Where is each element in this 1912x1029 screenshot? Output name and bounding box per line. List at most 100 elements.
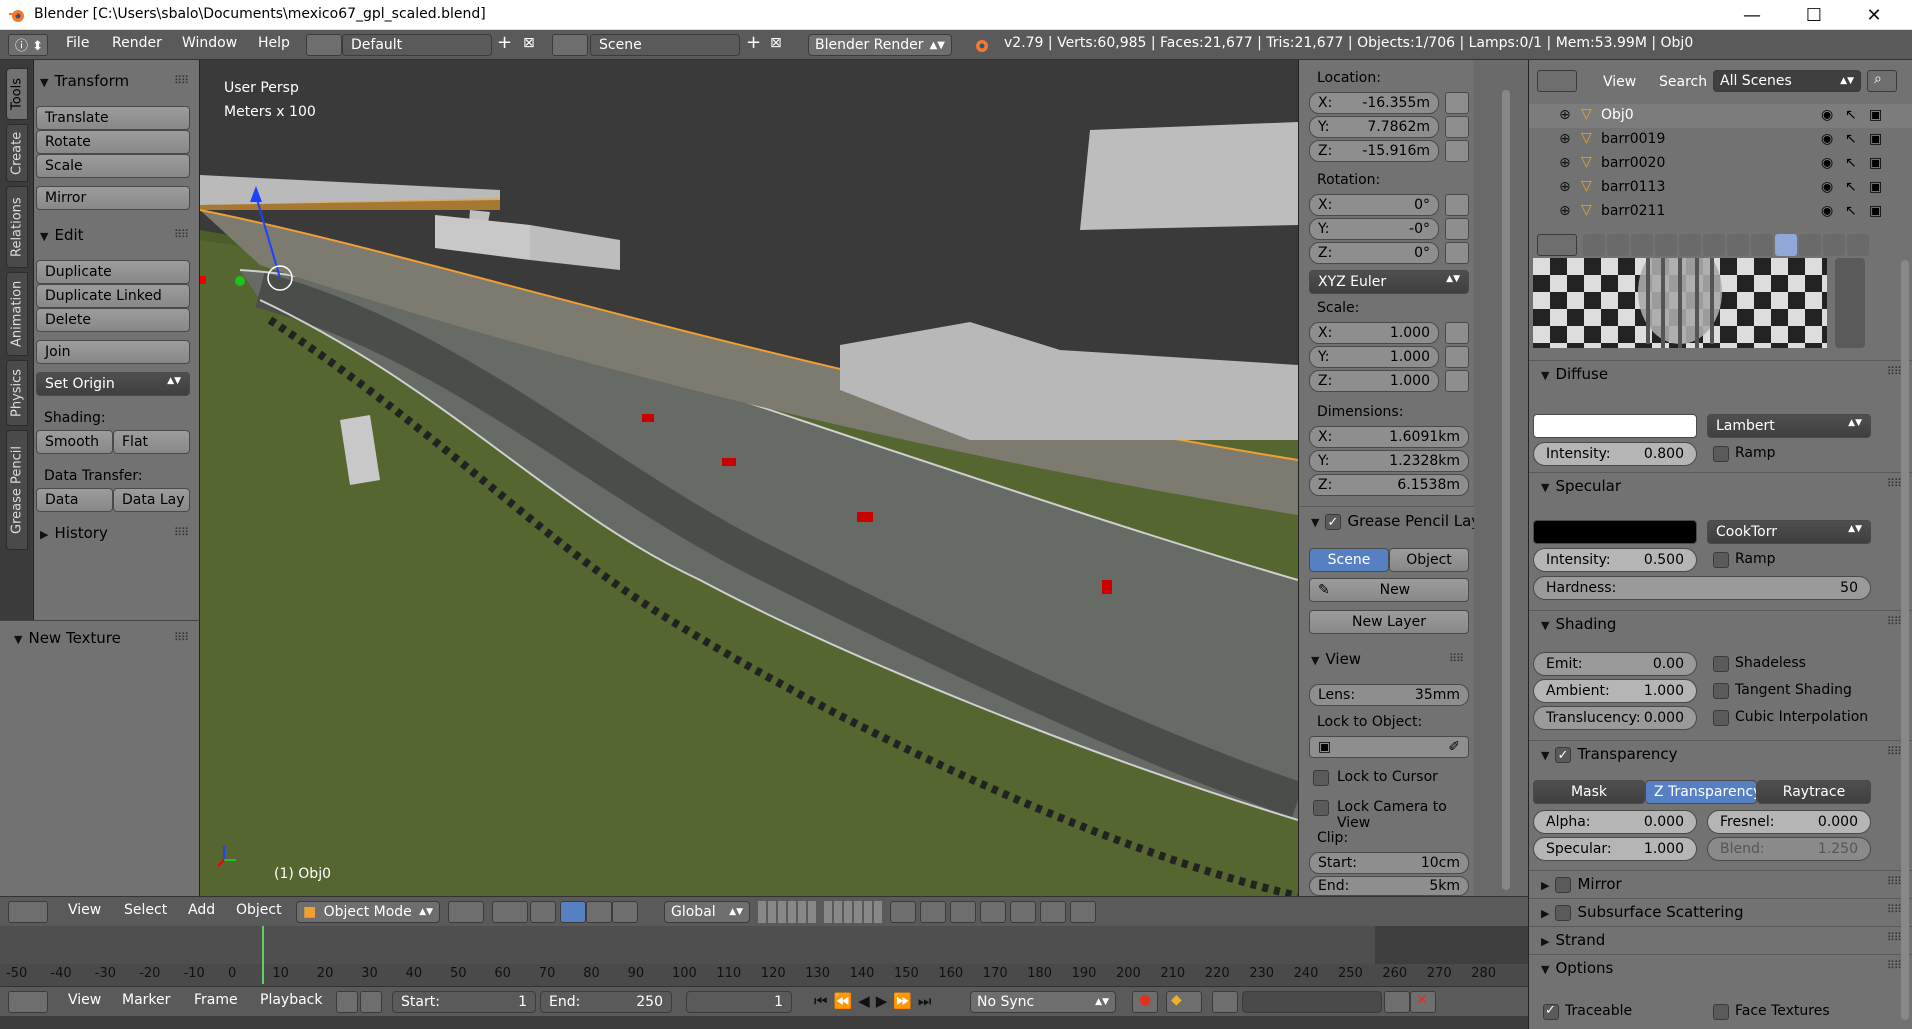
timeline-area[interactable]: -50 -40 -30 -20 -10 0 10 20 30 40 50 60 70 80 90 100 110… <box>0 926 1528 986</box>
minimize-button[interactable]: — <box>1724 0 1780 30</box>
menu-help[interactable]: Help <box>258 35 290 51</box>
render-camera-icon[interactable]: ▣ <box>1869 131 1882 147</box>
transparency-specular-field[interactable]: Specular: 1.000 <box>1533 837 1697 861</box>
lock-icon[interactable] <box>1445 322 1469 344</box>
outliner-row[interactable]: ⊕ ▽ barr0020 ◉ ↖ ▣ <box>1529 152 1912 176</box>
preview-range-icon[interactable] <box>336 991 358 1013</box>
layout-icon[interactable] <box>306 34 342 56</box>
timeline-menu-view[interactable]: View <box>68 992 101 1008</box>
mirror-panel-header[interactable]: ▶ Mirror ⠿⠿ <box>1529 870 1912 896</box>
mirror-button[interactable]: Mirror <box>36 186 190 210</box>
grease-pencil-panel-header[interactable]: ▼Grease Pencil Layer <box>1311 512 1496 530</box>
translucency-field[interactable]: Translucency: 0.000 <box>1533 706 1697 730</box>
tab-physics[interactable]: Physics <box>6 360 28 426</box>
specular-intensity-field[interactable]: Intensity: 0.500 <box>1533 548 1697 572</box>
view-panel-header[interactable]: ▼ View <box>1311 650 1361 668</box>
visibility-eye-icon[interactable]: ◉ <box>1821 203 1833 219</box>
hardness-field[interactable]: Hardness: 50 <box>1533 576 1871 600</box>
playback-controls-icon[interactable]: ⏮⏪◀▶⏩⏭ <box>814 992 937 1010</box>
options-panel-header[interactable]: ▼ Options ⠿⠿ <box>1529 954 1912 980</box>
editor-type-info-icon[interactable]: ⓘ ⬍ <box>8 34 48 56</box>
dimension-y-field[interactable]: Y: 1.2328km <box>1309 450 1469 472</box>
traceable-checkbox[interactable] <box>1543 1004 1559 1020</box>
render-camera-icon[interactable]: ▣ <box>1869 155 1882 171</box>
delete-keyframe-icon[interactable]: ✕ <box>1410 991 1436 1013</box>
lock-icon[interactable] <box>1445 370 1469 392</box>
rotation-x-field[interactable]: X: 0° <box>1309 194 1439 216</box>
expand-plus-icon[interactable]: ⊕ <box>1559 155 1571 171</box>
tab-grease-pencil[interactable]: Grease Pencil <box>6 430 28 550</box>
keyframe-type-icon[interactable] <box>1212 991 1238 1013</box>
menu-add[interactable]: Add <box>188 902 215 918</box>
outliner-search-menu[interactable]: Search <box>1659 74 1707 90</box>
lock-icon[interactable] <box>1445 140 1469 162</box>
select-cursor-icon[interactable]: ↖ <box>1845 107 1857 123</box>
panel-grip-icon[interactable]: ⠿⠿ <box>1887 903 1902 916</box>
scale-x-field[interactable]: X: 1.000 <box>1309 322 1439 344</box>
viewport-shading-icon[interactable] <box>448 901 484 923</box>
new-texture-header[interactable]: ▼ New Texture <box>14 629 121 647</box>
keying-set-field[interactable] <box>1242 991 1382 1013</box>
mirror-checkbox[interactable] <box>1555 876 1572 893</box>
expand-plus-icon[interactable]: ⊕ <box>1559 131 1571 147</box>
lock-range-icon[interactable] <box>360 991 382 1013</box>
duplicate-linked-button[interactable]: Duplicate Linked <box>36 284 190 308</box>
set-origin-select[interactable]: Set Origin ▲▼ <box>36 372 190 396</box>
3d-view-editor-icon[interactable] <box>8 901 48 923</box>
lock-icon[interactable] <box>1445 218 1469 240</box>
lock-object-field[interactable]: ▣ ✐ <box>1309 736 1469 758</box>
expand-plus-icon[interactable]: ⊕ <box>1559 179 1571 195</box>
rotate-button[interactable]: Rotate <box>36 130 190 154</box>
specular-shader-select[interactable]: CookTorr ▲▼ <box>1707 520 1871 544</box>
start-frame-field[interactable]: Start: 1 <box>392 991 536 1013</box>
maximize-button[interactable]: ☐ <box>1786 0 1842 30</box>
clip-start-field[interactable]: Start: 10cm <box>1309 852 1469 874</box>
remove-scene-icon[interactable]: ⊠ <box>770 35 782 51</box>
specular-panel-header[interactable]: ▼ Specular ⠿⠿ <box>1529 472 1912 498</box>
transform-panel-header[interactable]: ▼ Transform <box>40 72 129 90</box>
properties-scrollbar[interactable] <box>1901 260 1909 1020</box>
object-mode-select[interactable]: ■ Object Mode ▲▼ <box>296 901 440 923</box>
outliner-row[interactable]: ⊕ ▽ barr0113 ◉ ↖ ▣ <box>1529 176 1912 200</box>
outliner-item-barr0113[interactable]: barr0113 <box>1601 179 1665 195</box>
current-frame-cursor[interactable] <box>262 926 264 984</box>
render-tab-icon[interactable] <box>1583 234 1605 256</box>
snap-target-icon[interactable] <box>1010 901 1036 923</box>
menu-object[interactable]: Object <box>236 902 282 918</box>
scale-z-field[interactable]: Z: 1.000 <box>1309 370 1439 392</box>
outliner-item-obj0[interactable]: Obj0 <box>1601 107 1634 123</box>
menu-render[interactable]: Render <box>112 35 162 51</box>
translate-button[interactable]: Translate <box>36 106 190 130</box>
keying-set-icon[interactable]: ◆ <box>1166 991 1202 1013</box>
smooth-button[interactable]: Smooth <box>36 430 113 454</box>
z-transparency-button[interactable]: Z Transparency <box>1645 780 1757 804</box>
preview-type-buttons[interactable] <box>1835 258 1865 348</box>
blend-field[interactable]: Blend: 1.250 <box>1707 837 1871 861</box>
translate-manipulator-icon[interactable] <box>560 901 586 923</box>
mask-button[interactable]: Mask <box>1533 780 1645 804</box>
lock-cursor-checkbox[interactable] <box>1313 770 1329 786</box>
tab-relations[interactable]: Relations <box>6 186 28 268</box>
data-button[interactable]: Data <box>36 488 113 512</box>
sss-checkbox[interactable] <box>1555 904 1572 921</box>
specular-color-swatch[interactable] <box>1533 520 1697 544</box>
face-textures-checkbox[interactable] <box>1713 1004 1729 1020</box>
visibility-eye-icon[interactable]: ◉ <box>1821 179 1833 195</box>
menu-window[interactable]: Window <box>182 35 237 51</box>
history-panel-header[interactable]: ▶ History <box>40 524 108 542</box>
rotation-y-field[interactable]: Y: -0° <box>1309 218 1439 240</box>
diffuse-ramp-checkbox[interactable] <box>1713 446 1729 462</box>
shading-panel-header[interactable]: ▼ Shading ⠿⠿ <box>1529 610 1912 636</box>
diffuse-panel-header[interactable]: ▼ Diffuse ⠿⠿ <box>1529 360 1912 386</box>
delete-button[interactable]: Delete <box>36 308 190 332</box>
menu-view[interactable]: View <box>68 902 101 918</box>
grease-scene-button[interactable]: Scene <box>1309 548 1389 572</box>
search-icon[interactable]: ⌕ <box>1867 70 1897 92</box>
texture-tab-icon[interactable] <box>1799 234 1821 256</box>
lens-field[interactable]: Lens: 35mm <box>1309 684 1469 706</box>
tab-create[interactable]: Create <box>6 124 28 182</box>
grease-new-button[interactable]: ✎ New <box>1309 578 1469 602</box>
render-camera-icon[interactable]: ▣ <box>1869 179 1882 195</box>
lock-icon[interactable] <box>1445 242 1469 264</box>
diffuse-shader-select[interactable]: Lambert ▲▼ <box>1707 414 1871 438</box>
